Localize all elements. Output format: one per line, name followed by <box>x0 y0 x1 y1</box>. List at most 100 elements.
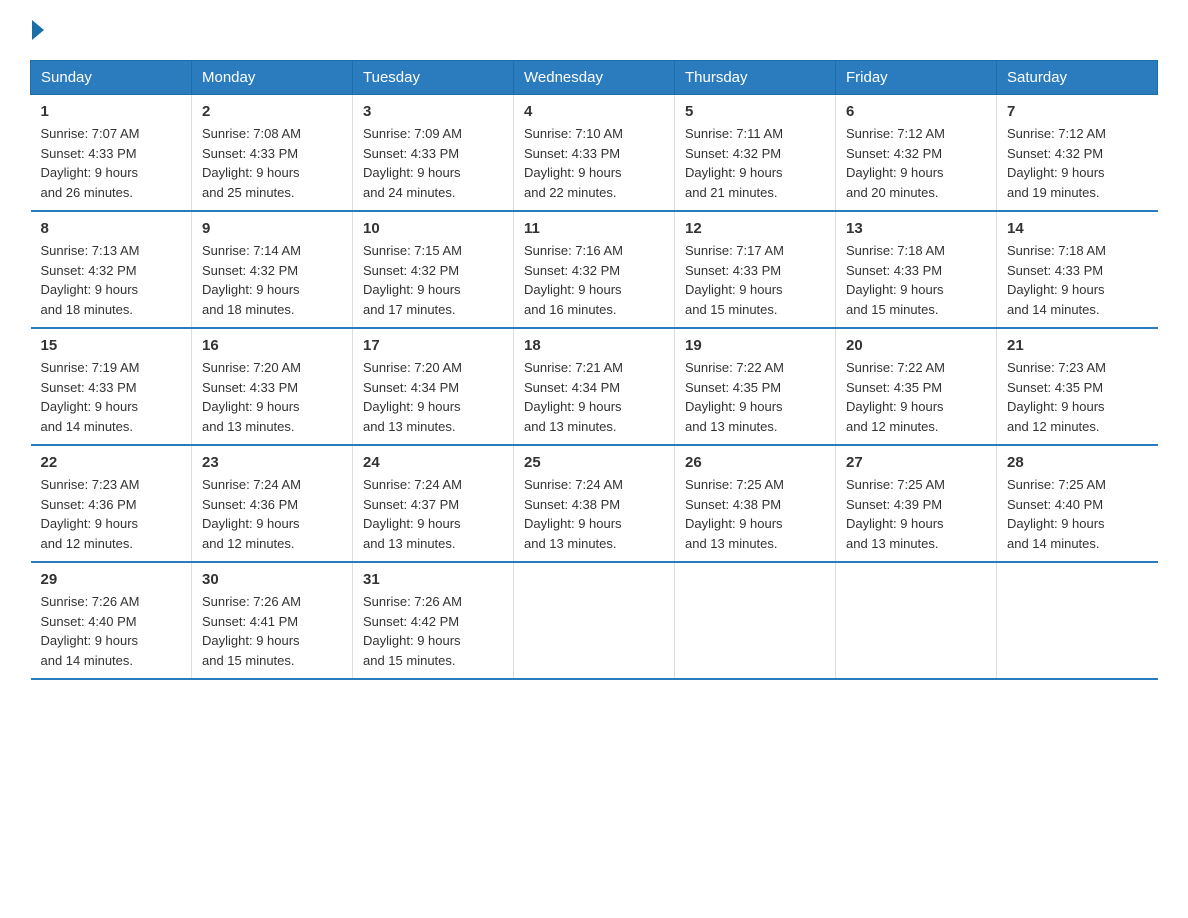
day-info: Sunrise: 7:18 AMSunset: 4:33 PMDaylight:… <box>846 243 945 317</box>
logo-arrow-icon <box>32 20 44 40</box>
day-number: 29 <box>41 571 182 588</box>
day-info: Sunrise: 7:07 AMSunset: 4:33 PMDaylight:… <box>41 126 140 200</box>
calendar-cell <box>997 562 1158 679</box>
day-info: Sunrise: 7:15 AMSunset: 4:32 PMDaylight:… <box>363 243 462 317</box>
day-number: 8 <box>41 220 182 237</box>
day-info: Sunrise: 7:26 AMSunset: 4:42 PMDaylight:… <box>363 594 462 668</box>
calendar-cell: 16 Sunrise: 7:20 AMSunset: 4:33 PMDayligh… <box>192 328 353 445</box>
day-number: 11 <box>524 220 664 237</box>
day-info: Sunrise: 7:19 AMSunset: 4:33 PMDaylight:… <box>41 360 140 434</box>
calendar-cell: 24 Sunrise: 7:24 AMSunset: 4:37 PMDayligh… <box>353 445 514 562</box>
day-number: 19 <box>685 337 825 354</box>
day-number: 3 <box>363 103 503 120</box>
calendar-cell: 3 Sunrise: 7:09 AMSunset: 4:33 PMDaylight… <box>353 95 514 212</box>
calendar-cell: 26 Sunrise: 7:25 AMSunset: 4:38 PMDayligh… <box>675 445 836 562</box>
day-number: 20 <box>846 337 986 354</box>
day-number: 21 <box>1007 337 1148 354</box>
calendar-cell: 14 Sunrise: 7:18 AMSunset: 4:33 PMDayligh… <box>997 211 1158 328</box>
day-number: 9 <box>202 220 342 237</box>
day-info: Sunrise: 7:24 AMSunset: 4:36 PMDaylight:… <box>202 477 301 551</box>
day-number: 28 <box>1007 454 1148 471</box>
day-info: Sunrise: 7:13 AMSunset: 4:32 PMDaylight:… <box>41 243 140 317</box>
calendar-cell: 1 Sunrise: 7:07 AMSunset: 4:33 PMDaylight… <box>31 95 192 212</box>
day-number: 6 <box>846 103 986 120</box>
day-number: 10 <box>363 220 503 237</box>
header-wednesday: Wednesday <box>514 61 675 95</box>
calendar-cell <box>514 562 675 679</box>
day-number: 15 <box>41 337 182 354</box>
calendar-week-row: 29 Sunrise: 7:26 AMSunset: 4:40 PMDayligh… <box>31 562 1158 679</box>
calendar-cell: 22 Sunrise: 7:23 AMSunset: 4:36 PMDayligh… <box>31 445 192 562</box>
day-info: Sunrise: 7:10 AMSunset: 4:33 PMDaylight:… <box>524 126 623 200</box>
calendar-week-row: 8 Sunrise: 7:13 AMSunset: 4:32 PMDaylight… <box>31 211 1158 328</box>
calendar-cell: 6Sunrise: 7:12 AMSunset: 4:32 PMDaylight… <box>836 95 997 212</box>
calendar-cell: 12 Sunrise: 7:17 AMSunset: 4:33 PMDayligh… <box>675 211 836 328</box>
calendar-cell: 31 Sunrise: 7:26 AMSunset: 4:42 PMDayligh… <box>353 562 514 679</box>
calendar-cell: 17 Sunrise: 7:20 AMSunset: 4:34 PMDayligh… <box>353 328 514 445</box>
header-friday: Friday <box>836 61 997 95</box>
calendar-week-row: 15 Sunrise: 7:19 AMSunset: 4:33 PMDayligh… <box>31 328 1158 445</box>
day-info: Sunrise: 7:26 AMSunset: 4:40 PMDaylight:… <box>41 594 140 668</box>
calendar-table: SundayMondayTuesdayWednesdayThursdayFrid… <box>30 60 1158 680</box>
calendar-cell: 25 Sunrise: 7:24 AMSunset: 4:38 PMDayligh… <box>514 445 675 562</box>
calendar-cell: 11 Sunrise: 7:16 AMSunset: 4:32 PMDayligh… <box>514 211 675 328</box>
day-info: Sunrise: 7:17 AMSunset: 4:33 PMDaylight:… <box>685 243 784 317</box>
day-number: 31 <box>363 571 503 588</box>
day-info: Sunrise: 7:22 AMSunset: 4:35 PMDaylight:… <box>685 360 784 434</box>
day-info: Sunrise: 7:25 AMSunset: 4:39 PMDaylight:… <box>846 477 945 551</box>
calendar-cell: 2Sunrise: 7:08 AMSunset: 4:33 PMDaylight… <box>192 95 353 212</box>
calendar-week-row: 1 Sunrise: 7:07 AMSunset: 4:33 PMDaylight… <box>31 95 1158 212</box>
header-thursday: Thursday <box>675 61 836 95</box>
calendar-header-row: SundayMondayTuesdayWednesdayThursdayFrid… <box>31 61 1158 95</box>
day-info: Sunrise: 7:20 AMSunset: 4:34 PMDaylight:… <box>363 360 462 434</box>
calendar-cell: 19 Sunrise: 7:22 AMSunset: 4:35 PMDayligh… <box>675 328 836 445</box>
day-info: Sunrise: 7:16 AMSunset: 4:32 PMDaylight:… <box>524 243 623 317</box>
day-number: 1 <box>41 103 182 120</box>
day-number: 22 <box>41 454 182 471</box>
day-info: Sunrise: 7:18 AMSunset: 4:33 PMDaylight:… <box>1007 243 1106 317</box>
header-monday: Monday <box>192 61 353 95</box>
day-number: 17 <box>363 337 503 354</box>
calendar-cell: 9 Sunrise: 7:14 AMSunset: 4:32 PMDaylight… <box>192 211 353 328</box>
day-info: Sunrise: 7:24 AMSunset: 4:38 PMDaylight:… <box>524 477 623 551</box>
day-info: Sunrise: 7:24 AMSunset: 4:37 PMDaylight:… <box>363 477 462 551</box>
day-number: 23 <box>202 454 342 471</box>
day-number: 27 <box>846 454 986 471</box>
calendar-cell: 30 Sunrise: 7:26 AMSunset: 4:41 PMDayligh… <box>192 562 353 679</box>
day-info: Sunrise: 7:25 AMSunset: 4:38 PMDaylight:… <box>685 477 784 551</box>
calendar-cell: 13 Sunrise: 7:18 AMSunset: 4:33 PMDayligh… <box>836 211 997 328</box>
header-sunday: Sunday <box>31 61 192 95</box>
day-info: Sunrise: 7:23 AMSunset: 4:36 PMDaylight:… <box>41 477 140 551</box>
day-info: Sunrise: 7:22 AMSunset: 4:35 PMDaylight:… <box>846 360 945 434</box>
day-number: 24 <box>363 454 503 471</box>
header-tuesday: Tuesday <box>353 61 514 95</box>
day-number: 16 <box>202 337 342 354</box>
day-info: Sunrise: 7:20 AMSunset: 4:33 PMDaylight:… <box>202 360 301 434</box>
day-info: Sunrise: 7:25 AMSunset: 4:40 PMDaylight:… <box>1007 477 1106 551</box>
day-info: Sunrise: 7:12 AMSunset: 4:32 PMDaylight:… <box>1007 126 1106 200</box>
day-number: 25 <box>524 454 664 471</box>
day-info: Sunrise: 7:21 AMSunset: 4:34 PMDaylight:… <box>524 360 623 434</box>
day-number: 4 <box>524 103 664 120</box>
calendar-cell: 27 Sunrise: 7:25 AMSunset: 4:39 PMDayligh… <box>836 445 997 562</box>
day-number: 7 <box>1007 103 1148 120</box>
calendar-cell: 5 Sunrise: 7:11 AMSunset: 4:32 PMDaylight… <box>675 95 836 212</box>
calendar-cell: 4 Sunrise: 7:10 AMSunset: 4:33 PMDaylight… <box>514 95 675 212</box>
day-info: Sunrise: 7:11 AMSunset: 4:32 PMDaylight:… <box>685 126 783 200</box>
day-number: 14 <box>1007 220 1148 237</box>
day-number: 13 <box>846 220 986 237</box>
day-number: 12 <box>685 220 825 237</box>
calendar-cell: 23 Sunrise: 7:24 AMSunset: 4:36 PMDayligh… <box>192 445 353 562</box>
day-number: 26 <box>685 454 825 471</box>
calendar-cell <box>836 562 997 679</box>
day-info: Sunrise: 7:14 AMSunset: 4:32 PMDaylight:… <box>202 243 301 317</box>
day-number: 30 <box>202 571 342 588</box>
calendar-cell: 21Sunrise: 7:23 AMSunset: 4:35 PMDayligh… <box>997 328 1158 445</box>
calendar-cell <box>675 562 836 679</box>
day-info: Sunrise: 7:26 AMSunset: 4:41 PMDaylight:… <box>202 594 301 668</box>
day-info: Sunrise: 7:09 AMSunset: 4:33 PMDaylight:… <box>363 126 462 200</box>
header-saturday: Saturday <box>997 61 1158 95</box>
calendar-cell: 28 Sunrise: 7:25 AMSunset: 4:40 PMDayligh… <box>997 445 1158 562</box>
day-number: 5 <box>685 103 825 120</box>
calendar-cell: 8 Sunrise: 7:13 AMSunset: 4:32 PMDaylight… <box>31 211 192 328</box>
